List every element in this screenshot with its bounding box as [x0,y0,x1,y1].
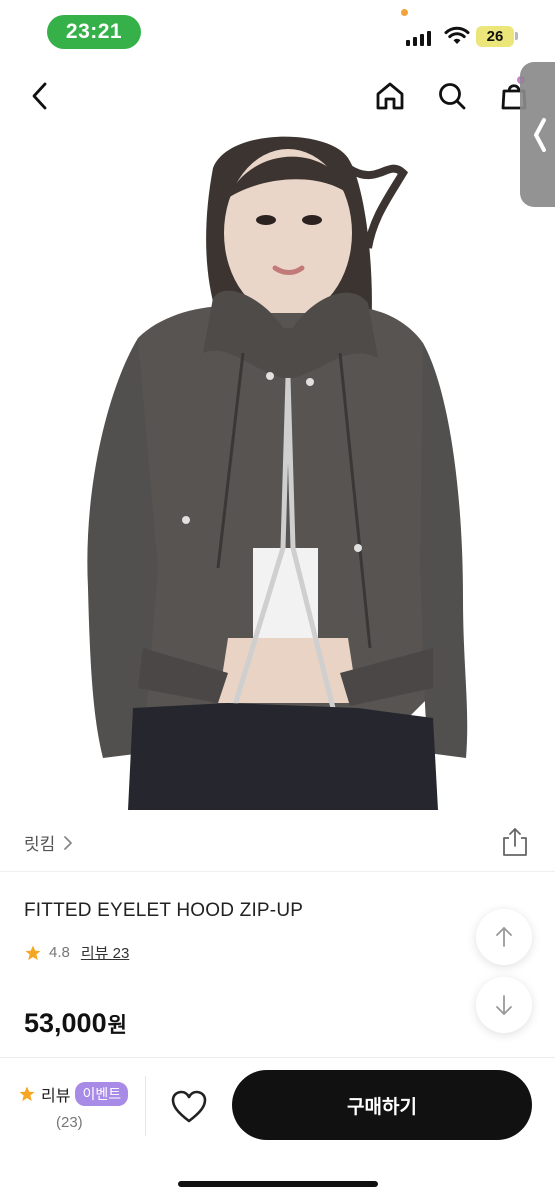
star-icon [25,945,41,960]
brand-name: 릿킴 [24,835,56,854]
home-icon [376,82,404,110]
product-title: FITTED EYELET HOOD ZIP-UP [24,900,304,921]
rating-row: 4.8 리뷰 23 [24,942,129,963]
brand-link[interactable]: 릿킴 [24,830,73,855]
home-indicator [178,1181,378,1187]
wishlist-button[interactable] [169,1088,209,1126]
price-amount: 53,000 [24,1008,107,1038]
share-icon [503,828,527,856]
review-count: (23) [56,1114,83,1131]
vertical-divider [145,1076,146,1136]
buy-button[interactable]: 구매하기 [232,1070,532,1140]
wifi-icon [444,26,470,51]
brand-row: 릿킴 [0,820,555,866]
cellular-signal-icon [406,30,431,46]
review-label: 리뷰 [41,1088,71,1105]
arrow-up-icon [496,927,512,947]
back-button[interactable] [20,76,60,116]
scroll-top-button[interactable] [476,909,532,965]
chevron-left-icon [534,117,546,152]
scroll-bottom-button[interactable] [476,977,532,1033]
search-button[interactable] [432,76,472,116]
arrow-down-icon [496,995,512,1015]
top-nav [0,62,555,134]
heart-icon [171,1090,207,1123]
battery-icon: 26 [476,26,514,47]
share-button[interactable] [500,826,530,858]
chevron-right-icon [64,835,73,850]
price: 53,000 원 [24,1008,127,1039]
rating-value: 4.8 [49,944,70,961]
battery-tip [515,32,518,40]
event-badge: 이벤트 [75,1082,129,1106]
star-icon [19,1086,35,1102]
search-icon [439,83,466,110]
status-bar: 23:21 26 [0,0,555,62]
section-divider [0,871,555,872]
review-summary[interactable]: 리뷰 이벤트 (23) [18,1082,130,1131]
home-button[interactable] [370,76,410,116]
status-time: 23:21 [47,15,141,49]
side-panel-handle[interactable] [520,62,555,207]
product-image[interactable] [78,128,476,810]
chevron-left-icon [32,82,47,110]
bottom-action-bar: 리뷰 이벤트 (23) 구매하기 [0,1057,555,1200]
review-link[interactable]: 리뷰 23 [81,942,129,963]
price-currency: 원 [107,1014,127,1037]
privacy-indicator-dot [401,9,408,16]
